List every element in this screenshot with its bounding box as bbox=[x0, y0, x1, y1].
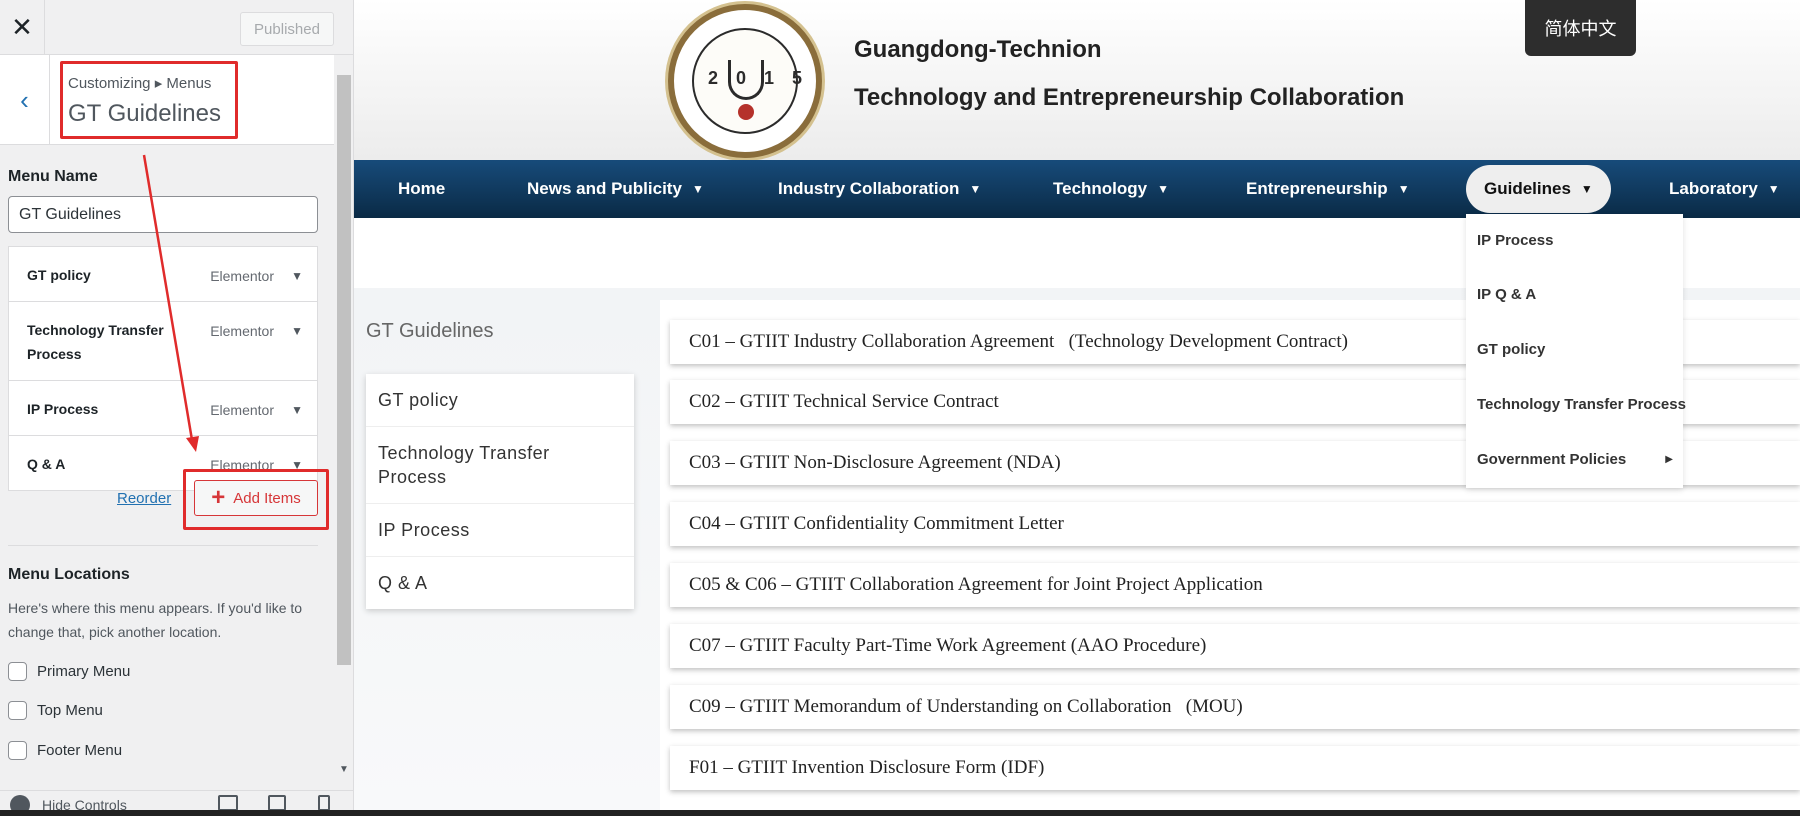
menu-item-type: Elementor bbox=[210, 323, 274, 339]
expand-caret-icon[interactable]: ▼ bbox=[291, 319, 303, 343]
desktop-preview-icon[interactable] bbox=[218, 795, 238, 811]
annotation-box-title bbox=[60, 61, 238, 139]
menu-items-list: GT policy Elementor ▼ Technology Transfe… bbox=[8, 246, 318, 491]
site-title: Guangdong-Technion bbox=[854, 36, 1102, 63]
caret-down-icon: ▼ bbox=[1767, 182, 1780, 196]
menu-item[interactable]: GT policy Elementor ▼ bbox=[9, 247, 317, 302]
dropdown-item-label: Government Policies bbox=[1477, 451, 1627, 468]
main-navigation: Home News and Publicity ▼ Industry Collab… bbox=[354, 160, 1800, 218]
menu-item-type: Elementor bbox=[210, 268, 274, 284]
window-frame-bottom bbox=[0, 810, 1800, 816]
logo-flower bbox=[738, 104, 754, 120]
scroll-down-icon[interactable]: ▼ bbox=[339, 764, 349, 775]
expand-caret-icon[interactable]: ▼ bbox=[291, 264, 303, 288]
scrollbar-thumb[interactable] bbox=[337, 75, 351, 665]
menu-item-type: Elementor bbox=[210, 402, 274, 418]
language-switch-button[interactable]: 简体中文 bbox=[1525, 0, 1636, 56]
divider bbox=[8, 545, 318, 546]
nav-label: Home bbox=[398, 179, 446, 198]
site-header: 2015 Guangdong-Technion Technology and E… bbox=[354, 0, 1800, 160]
checkbox[interactable] bbox=[8, 701, 27, 720]
subnav-item[interactable]: IP Process bbox=[366, 504, 634, 557]
checkbox[interactable] bbox=[8, 662, 27, 681]
subnav-item[interactable]: Technology Transfer Process bbox=[366, 427, 634, 504]
menu-name-label: Menu Name bbox=[8, 168, 98, 185]
site-preview: 2015 Guangdong-Technion Technology and E… bbox=[354, 0, 1800, 816]
subnav-item[interactable]: Q & A bbox=[366, 557, 634, 609]
location-footer-menu[interactable]: Footer Menu bbox=[8, 741, 122, 760]
location-top-menu[interactable]: Top Menu bbox=[8, 701, 103, 720]
customizer-top-bar: ✕ Published bbox=[0, 0, 353, 55]
menu-item-label: IP Process bbox=[27, 401, 99, 417]
submenu-arrow-icon: ▶ bbox=[1665, 454, 1673, 465]
location-label: Top Menu bbox=[37, 702, 103, 719]
document-link[interactable]: F01 – GTIIT Invention Disclosure Form (I… bbox=[670, 746, 1800, 790]
document-link[interactable]: C04 – GTIIT Confidentiality Commitment L… bbox=[670, 502, 1800, 546]
nav-item-technology[interactable]: Technology ▼ bbox=[1053, 160, 1169, 218]
subnav-menu: GT policy Technology Transfer Process IP… bbox=[366, 374, 634, 609]
location-primary-menu[interactable]: Primary Menu bbox=[8, 662, 130, 681]
logo-seal: 2015 bbox=[692, 28, 821, 134]
menu-item-label: Technology Transfer Process bbox=[27, 322, 164, 362]
menu-item-label: Q & A bbox=[27, 456, 66, 472]
tablet-preview-icon[interactable] bbox=[268, 795, 286, 811]
mobile-preview-icon[interactable] bbox=[318, 795, 330, 811]
document-link[interactable]: C05 & C06 – GTIIT Collaboration Agreemen… bbox=[670, 563, 1800, 607]
nav-label: Entrepreneurship bbox=[1246, 179, 1388, 198]
subnav-item[interactable]: GT policy bbox=[366, 374, 634, 427]
nav-item-industry[interactable]: Industry Collaboration ▼ bbox=[778, 160, 981, 218]
guidelines-dropdown: IP Process IP Q & A GT policy Technology… bbox=[1466, 214, 1686, 488]
menu-locations-heading: Menu Locations bbox=[8, 566, 130, 583]
dropdown-item[interactable]: Technology Transfer Process bbox=[1477, 396, 1686, 413]
caret-down-icon: ▼ bbox=[1580, 182, 1593, 196]
location-label: Footer Menu bbox=[37, 742, 123, 759]
menu-item[interactable]: IP Process Elementor ▼ bbox=[9, 381, 317, 436]
site-subtitle: Technology and Entrepreneurship Collabor… bbox=[854, 84, 1405, 111]
location-label: Primary Menu bbox=[37, 663, 131, 680]
dropdown-item[interactable]: GT policy bbox=[1477, 341, 1545, 358]
customizer-sidebar: ✕ Published ‹ Customizing ▸ Menus GT Gui… bbox=[0, 0, 354, 816]
document-link[interactable]: C09 – GTIIT Memorandum of Understanding … bbox=[670, 685, 1800, 729]
subnav-title: GT Guidelines bbox=[366, 320, 494, 342]
nav-label: Guidelines bbox=[1484, 179, 1571, 198]
reorder-link[interactable]: Reorder bbox=[117, 490, 171, 507]
site-logo[interactable]: 2015 bbox=[668, 4, 822, 158]
published-button[interactable]: Published bbox=[240, 12, 334, 46]
nav-item-laboratory[interactable]: Laboratory ▼ bbox=[1669, 160, 1780, 218]
nav-label: Technology bbox=[1053, 179, 1148, 198]
expand-caret-icon[interactable]: ▼ bbox=[291, 398, 303, 422]
nav-label: Laboratory bbox=[1669, 179, 1758, 198]
logo-number: 2015 bbox=[708, 68, 821, 88]
menu-name-input[interactable] bbox=[8, 196, 318, 233]
nav-item-news[interactable]: News and Publicity ▼ bbox=[527, 160, 704, 218]
nav-label: Industry Collaboration bbox=[778, 179, 960, 198]
back-chevron-icon[interactable]: ‹ bbox=[0, 55, 50, 145]
caret-down-icon: ▼ bbox=[691, 182, 704, 196]
menu-item[interactable]: Technology Transfer Process Elementor ▼ bbox=[9, 302, 317, 381]
nav-label: News and Publicity bbox=[527, 179, 682, 198]
document-link[interactable]: C07 – GTIIT Faculty Part-Time Work Agree… bbox=[670, 624, 1800, 668]
nav-item-guidelines[interactable]: Guidelines ▼ bbox=[1466, 165, 1611, 213]
menu-item-label: GT policy bbox=[27, 267, 91, 283]
nav-item-entrepreneurship[interactable]: Entrepreneurship ▼ bbox=[1246, 160, 1410, 218]
caret-down-icon: ▼ bbox=[969, 182, 982, 196]
nav-item-home[interactable]: Home bbox=[398, 160, 445, 218]
dropdown-item[interactable]: IP Process bbox=[1477, 232, 1553, 249]
dropdown-item[interactable]: IP Q & A bbox=[1477, 286, 1536, 303]
annotation-box-add-items bbox=[183, 469, 329, 530]
menu-locations-description: Here's where this menu appears. If you'd… bbox=[8, 600, 303, 640]
checkbox[interactable] bbox=[8, 741, 27, 760]
caret-down-icon: ▼ bbox=[1397, 182, 1410, 196]
dropdown-item-government[interactable]: Government Policies ▶ bbox=[1477, 451, 1677, 468]
close-icon[interactable]: ✕ bbox=[0, 0, 45, 55]
caret-down-icon: ▼ bbox=[1157, 182, 1170, 196]
sidebar-scrollbar[interactable]: ▼ bbox=[334, 55, 353, 775]
